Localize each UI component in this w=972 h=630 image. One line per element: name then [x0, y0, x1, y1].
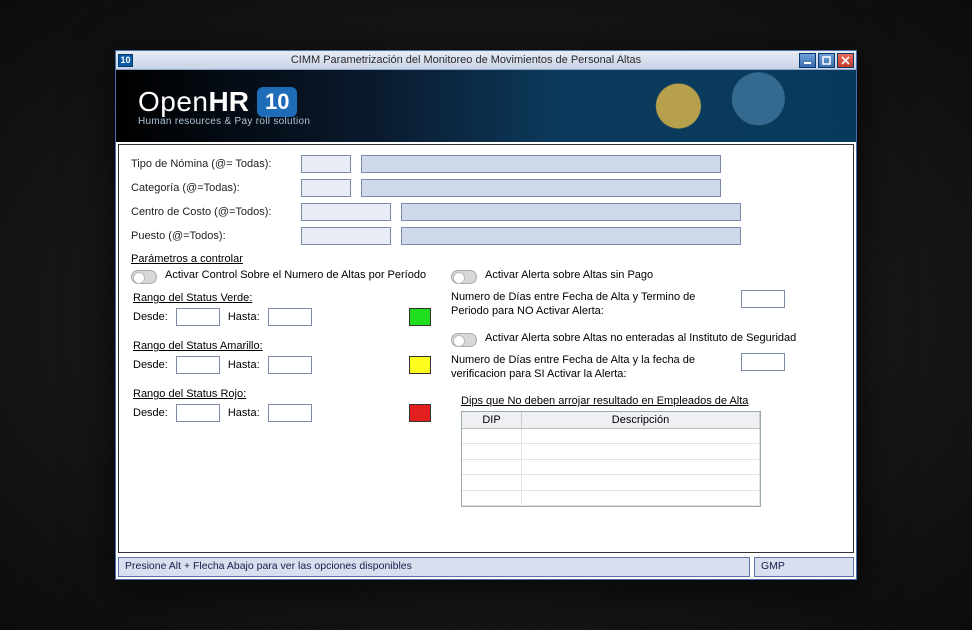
- rojo-desde-input[interactable]: [176, 404, 220, 422]
- amarillo-desde-input[interactable]: [176, 356, 220, 374]
- yellow-swatch-icon: [409, 356, 431, 374]
- maximize-button[interactable]: [818, 53, 835, 68]
- left-column: Activar Control Sobre el Numero de Altas…: [131, 269, 431, 507]
- statusbar: Presione Alt + Flecha Abajo para ver las…: [118, 557, 854, 577]
- brand-banner: OpenHR 10 Human resources & Pay roll sol…: [116, 70, 856, 142]
- tipo-nomina-code-input[interactable]: [301, 155, 351, 173]
- verde-hasta-input[interactable]: [268, 308, 312, 326]
- rojo-hasta-label: Hasta:: [228, 407, 260, 419]
- puesto-desc-input[interactable]: [401, 227, 741, 245]
- centro-desc-input[interactable]: [401, 203, 741, 221]
- table-row[interactable]: [462, 460, 760, 475]
- dias-no-activar-label: Numero de Días entre Fecha de Alta y Ter…: [451, 290, 731, 318]
- status-user: GMP: [754, 557, 854, 577]
- rango-amarillo-title: Rango del Status Amarillo:: [133, 340, 431, 352]
- toggle-control-altas-label: Activar Control Sobre el Numero de Altas…: [165, 269, 426, 282]
- amarillo-desde-label: Desde:: [133, 359, 168, 371]
- table-row[interactable]: [462, 429, 760, 444]
- brand-name: OpenHR: [138, 86, 249, 118]
- verde-desde-label: Desde:: [133, 311, 168, 323]
- amarillo-hasta-label: Hasta:: [228, 359, 260, 371]
- centro-code-input[interactable]: [301, 203, 391, 221]
- titlebar: 10 CIMM Parametrización del Monitoreo de…: [116, 51, 856, 70]
- rojo-desde-label: Desde:: [133, 407, 168, 419]
- grid-header-dip: DIP: [462, 412, 522, 428]
- toggle-alerta-instituto-label: Activar Alerta sobre Altas no enteradas …: [485, 332, 796, 345]
- close-button[interactable]: [837, 53, 854, 68]
- amarillo-hasta-input[interactable]: [268, 356, 312, 374]
- right-column: Activar Alerta sobre Altas sin Pago Nume…: [451, 269, 841, 507]
- toggle-alerta-instituto[interactable]: [451, 333, 477, 347]
- minimize-button[interactable]: [799, 53, 816, 68]
- rango-rojo-title: Rango del Status Rojo:: [133, 388, 431, 400]
- app-window: 10 CIMM Parametrización del Monitoreo de…: [115, 50, 857, 580]
- verde-desde-input[interactable]: [176, 308, 220, 326]
- red-swatch-icon: [409, 404, 431, 422]
- rango-verde-title: Rango del Status Verde:: [133, 292, 431, 304]
- dias-si-activar-label: Numero de Días entre Fecha de Alta y la …: [451, 353, 731, 381]
- app-icon: 10: [118, 54, 133, 67]
- window-controls: [799, 53, 854, 68]
- toggle-alerta-sin-pago[interactable]: [451, 270, 477, 284]
- tipo-nomina-label: Tipo de Nómina (@= Todas):: [131, 158, 301, 170]
- green-swatch-icon: [409, 308, 431, 326]
- categoria-label: Categoría (@=Todas):: [131, 182, 301, 194]
- dips-excepcion-title: Dips que No deben arrojar resultado en E…: [461, 395, 841, 407]
- brand-version-badge: 10: [257, 87, 297, 117]
- puesto-code-input[interactable]: [301, 227, 391, 245]
- dips-grid[interactable]: DIP Descripción: [461, 411, 761, 507]
- rojo-hasta-input[interactable]: [268, 404, 312, 422]
- brand-subtitle: Human resources & Pay roll solution: [138, 116, 310, 127]
- toggle-control-altas[interactable]: [131, 270, 157, 284]
- status-hint: Presione Alt + Flecha Abajo para ver las…: [118, 557, 750, 577]
- centro-label: Centro de Costo (@=Todos):: [131, 206, 301, 218]
- table-row[interactable]: [462, 475, 760, 490]
- dias-si-activar-input[interactable]: [741, 353, 785, 371]
- parametros-title: Parámetros a controlar: [131, 253, 841, 265]
- verde-hasta-label: Hasta:: [228, 311, 260, 323]
- window-title: CIMM Parametrización del Monitoreo de Mo…: [133, 54, 799, 66]
- table-row[interactable]: [462, 444, 760, 459]
- categoria-desc-input[interactable]: [361, 179, 721, 197]
- table-row[interactable]: [462, 491, 760, 506]
- grid-header-desc: Descripción: [522, 412, 760, 428]
- form-panel: Tipo de Nómina (@= Todas): Categoría (@=…: [118, 144, 854, 553]
- toggle-alerta-sin-pago-label: Activar Alerta sobre Altas sin Pago: [485, 269, 653, 282]
- puesto-label: Puesto (@=Todos):: [131, 230, 301, 242]
- tipo-nomina-desc-input[interactable]: [361, 155, 721, 173]
- dias-no-activar-input[interactable]: [741, 290, 785, 308]
- categoria-code-input[interactable]: [301, 179, 351, 197]
